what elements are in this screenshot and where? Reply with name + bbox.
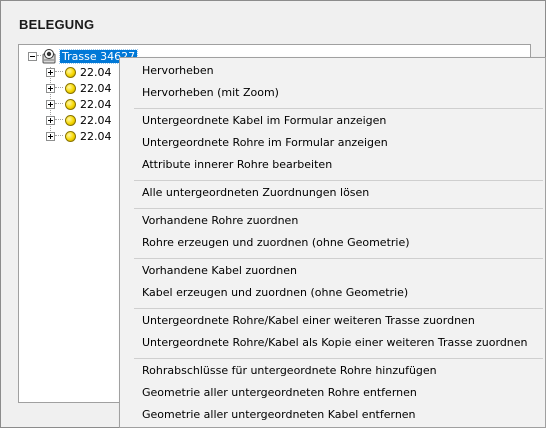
yellow-bullet-icon xyxy=(65,82,76,94)
expand-toggle-icon[interactable] xyxy=(46,83,55,93)
yellow-bullet-icon xyxy=(65,66,76,78)
menu-item-zuordnungen-loesen[interactable]: Alle untergeordneten Zuordnungen lösen xyxy=(142,183,369,203)
menu-separator xyxy=(134,258,543,259)
tree-child-label[interactable]: 22.04 xyxy=(80,114,112,127)
menu-separator xyxy=(134,108,543,109)
menu-item-hervorheben-zoom[interactable]: Hervorheben (mit Zoom) xyxy=(142,83,279,103)
menu-item-attribute-innerer-rohre[interactable]: Attribute innerer Rohre bearbeiten xyxy=(142,155,332,175)
menu-item-weitere-trasse-zuordnen[interactable]: Untergeordnete Rohre/Kabel einer weitere… xyxy=(142,311,475,331)
menu-item-rohre-im-formular[interactable]: Untergeordnete Rohre im Formular anzeige… xyxy=(142,133,388,153)
expand-toggle-icon[interactable] xyxy=(46,115,55,125)
menu-item-geometrie-kabel-entfernen[interactable]: Geometrie aller untergeordneten Kabel en… xyxy=(142,405,416,425)
tree-child-label[interactable]: 22.04 xyxy=(80,98,112,111)
yellow-bullet-icon xyxy=(65,98,76,110)
menu-separator xyxy=(134,180,543,181)
menu-item-hervorheben[interactable]: Hervorheben xyxy=(142,61,214,81)
tree-child-row[interactable]: 22.04 xyxy=(46,112,112,128)
tree-child-label[interactable]: 22.04 xyxy=(80,82,112,95)
network-node-icon xyxy=(41,48,57,64)
tree-child-row[interactable]: 22.04 xyxy=(46,96,112,112)
menu-separator xyxy=(134,308,543,309)
menu-separator xyxy=(134,358,543,359)
menu-item-kabel-zuordnen[interactable]: Vorhandene Kabel zuordnen xyxy=(142,261,297,281)
menu-item-kabel-im-formular[interactable]: Untergeordnete Kabel im Formular anzeige… xyxy=(142,111,386,131)
tree-child-label[interactable]: 22.04 xyxy=(80,66,112,79)
menu-item-rohre-zuordnen[interactable]: Vorhandene Rohre zuordnen xyxy=(142,211,298,231)
expand-toggle-icon[interactable] xyxy=(46,131,55,141)
collapse-toggle-icon[interactable] xyxy=(28,51,37,61)
tree-child-label[interactable]: 22.04 xyxy=(80,130,112,143)
expand-toggle-icon[interactable] xyxy=(46,99,55,109)
tree-child-row[interactable]: 22.04 xyxy=(46,64,112,80)
tree-child-row[interactable]: 22.04 xyxy=(46,128,112,144)
menu-separator xyxy=(134,208,543,209)
context-menu: Hervorheben Hervorheben (mit Zoom) Unter… xyxy=(119,57,546,428)
yellow-bullet-icon xyxy=(65,130,76,142)
menu-item-rohre-erzeugen[interactable]: Rohre erzeugen und zuordnen (ohne Geomet… xyxy=(142,233,410,253)
tree-child-row[interactable]: 22.04 xyxy=(46,80,112,96)
menu-item-kopie-weitere-trasse[interactable]: Untergeordnete Rohre/Kabel als Kopie ein… xyxy=(142,333,528,353)
menu-item-geometrie-rohre-entfernen[interactable]: Geometrie aller untergeordneten Rohre en… xyxy=(142,383,417,403)
expand-toggle-icon[interactable] xyxy=(46,67,55,77)
menu-item-kabel-erzeugen[interactable]: Kabel erzeugen und zuordnen (ohne Geomet… xyxy=(142,283,408,303)
panel-title: BELEGUNG xyxy=(19,17,95,32)
yellow-bullet-icon xyxy=(65,114,76,126)
menu-item-rohrabschluesse[interactable]: Rohrabschlüsse für untergeordnete Rohre … xyxy=(142,361,437,381)
